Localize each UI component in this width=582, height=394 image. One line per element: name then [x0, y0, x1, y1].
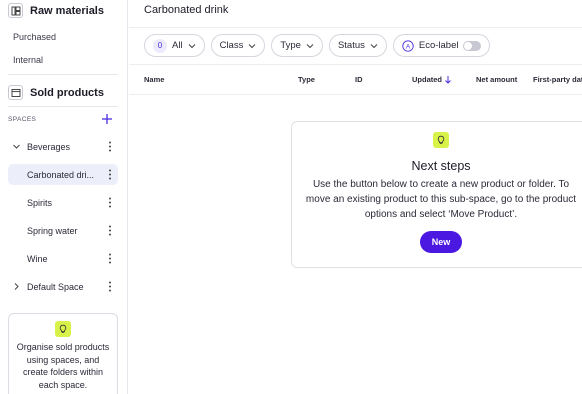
tree-item-label: Default Space — [27, 281, 84, 292]
tip-text: Organise sold products using spaces, and… — [16, 342, 110, 390]
add-space-button[interactable] — [101, 112, 113, 124]
kebab-menu-icon[interactable] — [108, 281, 112, 292]
empty-state-body: Use the button below to create a new pro… — [305, 179, 577, 220]
chevron-down-icon — [370, 43, 378, 48]
raw-materials-title: Raw materials — [30, 4, 104, 17]
kebab-menu-icon[interactable] — [108, 253, 112, 264]
kebab-menu-icon[interactable] — [108, 197, 112, 208]
sidebar-divider — [8, 74, 118, 75]
sidebar-link-purchased[interactable]: Purchased — [13, 32, 56, 42]
column-header-net-amount[interactable]: Net amount — [476, 75, 517, 84]
empty-state-title: Next steps — [411, 159, 471, 173]
filter-type[interactable]: Type — [271, 34, 323, 57]
tree-item-label: Wine — [27, 253, 48, 264]
tip-card: Organise sold products using spaces, and… — [8, 313, 118, 394]
kebab-menu-icon[interactable] — [108, 141, 112, 152]
filter-status[interactable]: Status — [328, 34, 387, 57]
window-icon — [8, 85, 23, 100]
page-title: Carbonated drink — [144, 4, 229, 16]
filter-class-label: Class — [219, 40, 244, 51]
filter-type-label: Type — [280, 40, 301, 51]
sold-products-title: Sold products — [30, 86, 104, 99]
plus-icon — [102, 114, 112, 124]
tree-item-label: Spring water — [27, 225, 78, 236]
chevron-right-icon[interactable] — [10, 281, 22, 293]
column-header-updated[interactable]: Updated — [412, 75, 452, 84]
tree-item-spring-water[interactable]: Spring water — [8, 220, 118, 241]
tree-item-default-space[interactable]: Default Space — [8, 276, 118, 297]
chevron-down-icon[interactable] — [10, 141, 22, 153]
filter-count-badge: 0 — [153, 38, 167, 53]
new-button[interactable]: New — [420, 231, 462, 253]
column-header-first-party-data[interactable]: First-party data — [533, 75, 582, 84]
spaces-label: SPACES — [8, 116, 37, 123]
tree-item-label: Carbonated dri... — [27, 169, 95, 180]
main-content: Carbonated drink 0 All Class Type Status… — [129, 0, 582, 394]
raw-materials-icon — [8, 3, 23, 18]
chevron-down-icon — [188, 43, 195, 48]
divider — [129, 27, 582, 28]
filter-eco-label[interactable]: A Eco-label — [392, 34, 491, 57]
tree-item-wine[interactable]: Wine — [8, 248, 118, 269]
chevron-down-icon — [306, 43, 314, 48]
sidebar-divider — [8, 106, 118, 107]
filter-bar: 0 All Class Type Status A Eco-label — [144, 34, 491, 57]
eco-label-icon: A — [402, 39, 414, 52]
divider — [129, 64, 582, 65]
tree-item-label: Spirits — [27, 197, 53, 208]
tree-item-spirits[interactable]: Spirits — [8, 192, 118, 213]
filter-all[interactable]: 0 All — [144, 34, 205, 57]
column-header-name[interactable]: Name — [144, 75, 164, 84]
kebab-menu-icon[interactable] — [108, 169, 112, 180]
kebab-menu-icon[interactable] — [108, 225, 112, 236]
lightbulb-icon — [55, 321, 71, 337]
raw-materials-header[interactable]: Raw materials — [8, 3, 104, 18]
tree-item-carbonated-drink[interactable]: Carbonated dri... — [8, 164, 118, 185]
sort-arrow-down-icon — [445, 76, 451, 84]
sidebar: Raw materials Purchased Internal Sold pr… — [0, 0, 128, 394]
chevron-down-icon — [248, 43, 256, 48]
tree-item-beverages[interactable]: Beverages — [8, 136, 118, 157]
eco-label-toggle[interactable] — [463, 40, 482, 51]
sold-products-header[interactable]: Sold products — [8, 85, 104, 100]
column-header-id[interactable]: ID — [355, 75, 363, 84]
empty-state-card: Next steps Use the button below to creat… — [291, 121, 582, 268]
column-header-type[interactable]: Type — [298, 75, 315, 84]
filter-status-label: Status — [337, 40, 365, 51]
filter-class[interactable]: Class — [210, 34, 266, 57]
tree-item-label: Beverages — [27, 141, 71, 152]
filter-all-label: All — [172, 40, 183, 51]
svg-text:A: A — [406, 43, 411, 50]
sidebar-link-internal[interactable]: Internal — [13, 55, 43, 65]
column-header-label: Updated — [412, 75, 442, 84]
lightbulb-icon — [433, 132, 449, 148]
divider — [129, 94, 582, 95]
filter-eco-label-text: Eco-label — [418, 40, 459, 51]
